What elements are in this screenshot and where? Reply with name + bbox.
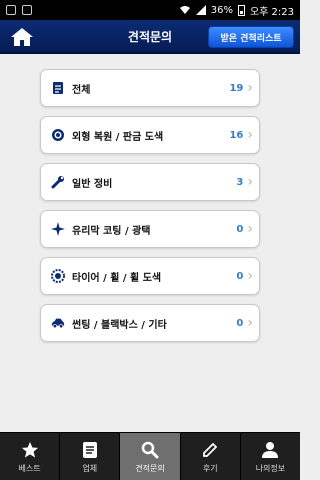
category-list: 전체 19 › 외형 복원 / 판금 도색 16 › 일반 정비 3 › 유리막… bbox=[0, 54, 300, 432]
wrench-icon bbox=[51, 175, 65, 189]
list-item-coating[interactable]: 유리막 코팅 / 광택 0 › bbox=[40, 210, 260, 248]
document-icon bbox=[51, 81, 65, 95]
list-item-label: 썬팅 / 블랙박스 / 기타 bbox=[72, 319, 167, 331]
chevron-right-icon: › bbox=[247, 174, 253, 190]
list-item-count: 16 bbox=[229, 129, 244, 141]
tab-label: 업체 bbox=[82, 463, 98, 473]
chevron-right-icon: › bbox=[247, 315, 253, 331]
list-item-count: 0 bbox=[236, 270, 244, 282]
list-item-label: 외형 복원 / 판금 도색 bbox=[72, 131, 164, 143]
tab-reviews[interactable]: 후기 bbox=[181, 433, 241, 480]
list-item-label: 유리막 코팅 / 광택 bbox=[72, 225, 151, 237]
target-icon bbox=[51, 128, 65, 142]
tab-quote-inquiry[interactable]: 견적문의 bbox=[120, 433, 181, 480]
list-item-label: 일반 정비 bbox=[72, 178, 113, 190]
signal-icon bbox=[195, 5, 206, 15]
list-item-tinting[interactable]: 썬팅 / 블랙박스 / 기타 0 › bbox=[40, 304, 260, 342]
list-item-all[interactable]: 전체 19 › bbox=[40, 69, 260, 107]
person-icon bbox=[260, 440, 280, 460]
tab-company[interactable]: 업체 bbox=[60, 433, 121, 480]
list-item-count: 3 bbox=[236, 176, 244, 188]
tab-label: 견적문의 bbox=[135, 463, 165, 473]
chevron-right-icon: › bbox=[247, 221, 253, 237]
tab-best[interactable]: 베스트 bbox=[0, 433, 61, 480]
notification-icon-2 bbox=[22, 5, 32, 15]
tire-icon bbox=[51, 269, 65, 283]
status-time: 오후 2:23 bbox=[249, 6, 294, 18]
battery-icon bbox=[237, 4, 245, 16]
list-item-maintenance[interactable]: 일반 정비 3 › bbox=[40, 163, 260, 201]
pencil-icon bbox=[200, 440, 220, 460]
notification-icon bbox=[6, 5, 16, 15]
list-item-label: 전체 bbox=[72, 84, 91, 96]
list-item-tire[interactable]: 타이어 / 휠 / 휠 도색 0 › bbox=[40, 257, 260, 295]
tab-label: 후기 bbox=[202, 463, 218, 473]
bottom-tab-bar: 베스트 업체 견적문의 후기 나의정보 bbox=[0, 432, 300, 480]
list-item-body-repair[interactable]: 외형 복원 / 판금 도색 16 › bbox=[40, 116, 260, 154]
received-quotes-button[interactable]: 받은 견적리스트 bbox=[208, 26, 294, 48]
document-icon bbox=[80, 440, 100, 460]
battery-percent: 36% bbox=[210, 4, 233, 16]
home-button[interactable] bbox=[8, 24, 36, 50]
tab-label: 나의정보 bbox=[255, 463, 286, 473]
chevron-right-icon: › bbox=[247, 80, 253, 96]
list-item-count: 0 bbox=[236, 317, 244, 329]
wifi-icon bbox=[179, 6, 190, 14]
home-icon bbox=[11, 28, 33, 46]
search-icon bbox=[140, 440, 160, 460]
app-header: 견적문의 받은 견적리스트 bbox=[0, 20, 300, 54]
tab-label: 베스트 bbox=[18, 463, 41, 473]
list-item-count: 0 bbox=[236, 223, 244, 235]
chevron-right-icon: › bbox=[247, 268, 253, 284]
chevron-right-icon: › bbox=[247, 127, 253, 143]
status-bar: 36% 오후 2:23 bbox=[0, 0, 300, 20]
car-icon bbox=[51, 316, 65, 330]
star-icon bbox=[20, 440, 40, 460]
tab-my-info[interactable]: 나의정보 bbox=[241, 433, 300, 480]
sparkle-icon bbox=[51, 222, 65, 236]
list-item-label: 타이어 / 휠 / 휠 도색 bbox=[72, 272, 162, 284]
list-item-count: 19 bbox=[229, 82, 244, 94]
